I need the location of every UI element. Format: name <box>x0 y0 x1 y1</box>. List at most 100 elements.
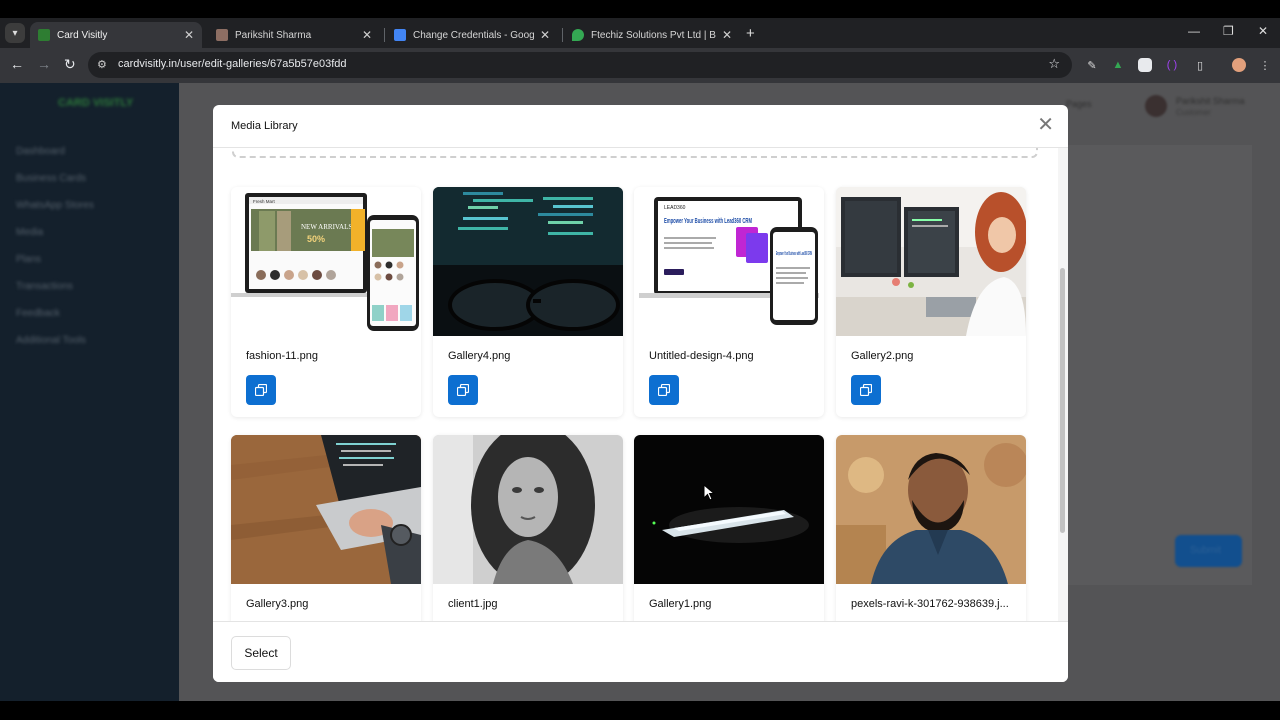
media-filename: pexels-ravi-k-301762-938639.j... <box>851 598 1009 610</box>
media-card[interactable]: LEAD360 Empower Your Business with Lead3… <box>634 187 824 417</box>
media-filename: Untitled-design-4.png <box>649 350 754 362</box>
media-card[interactable]: Gallery3.png <box>231 435 421 621</box>
copy-icon <box>255 384 267 396</box>
new-tab-plus-icon[interactable]: + <box>746 25 755 42</box>
avatar <box>1145 95 1167 117</box>
sidebar: CARD VISITLY Dashboard Business Cards Wh… <box>0 83 179 701</box>
address-bar[interactable]: ⚙ cardvisitly.in/user/edit-galleries/67a… <box>88 52 1072 78</box>
close-icon[interactable]: ✕ <box>1037 115 1054 135</box>
close-tab-icon[interactable]: ✕ <box>184 28 194 42</box>
tab-change-credentials[interactable]: Change Credentials - Google Do ✕ <box>386 22 558 48</box>
card-visitly-favicon-icon <box>38 29 50 41</box>
tab-separator <box>562 28 563 42</box>
bookmark-star-icon[interactable]: ☆ <box>1048 56 1060 72</box>
square-extension-icon[interactable] <box>1138 58 1152 72</box>
upload-dropzone[interactable] <box>232 148 1038 158</box>
browser-window: ▾ Card Visitly ✕ Parikshit Sharma ✕ Chan… <box>0 0 1280 720</box>
thumbnail-glasses-code[interactable] <box>433 187 623 336</box>
header-link: Pages <box>1066 99 1092 109</box>
reload-icon[interactable]: ↻ <box>64 56 76 73</box>
sidebar-item-business-cards: Business Cards <box>16 173 87 184</box>
media-card[interactable]: Gallery1.png <box>634 435 824 621</box>
sidebar-item-dashboard: Dashboard <box>16 146 65 157</box>
media-filename: Gallery2.png <box>851 350 914 362</box>
media-card[interactable]: pexels-ravi-k-301762-938639.j... <box>836 435 1026 621</box>
modal-footer: Select <box>213 621 1068 682</box>
lead-phone-headline-text: Empower Your Business with Lead360 CRM <box>776 251 812 257</box>
modal-title: Media Library <box>231 120 298 132</box>
tab-separator <box>384 28 385 42</box>
minimize-icon[interactable]: — <box>1188 24 1200 38</box>
sidebar-item-whatsapp-stores: WhatsApp Stores <box>16 200 94 211</box>
submit-label: Submit <box>1190 545 1222 556</box>
media-filename: fashion-11.png <box>246 350 318 362</box>
tab-strip: ▾ Card Visitly ✕ Parikshit Sharma ✕ Chan… <box>0 18 1280 48</box>
site-info-icon[interactable]: ⚙ <box>97 58 107 71</box>
user-name: Parikshit Sharma <box>1176 96 1245 106</box>
profile-favicon-icon <box>216 29 228 41</box>
thumbnail-dark-laptop[interactable] <box>634 435 824 584</box>
tab-title: Ftechiz Solutions Pvt Ltd | Best <box>591 29 716 41</box>
forward-icon[interactable]: → <box>37 56 51 72</box>
copy-url-button[interactable] <box>649 375 679 405</box>
lead-logo-text: LEAD360 <box>664 205 686 211</box>
fashion-sale-text: 50% <box>307 234 325 244</box>
extensions-puzzle-icon[interactable]: ▯ <box>1193 58 1207 72</box>
copy-url-button[interactable] <box>246 375 276 405</box>
copy-icon <box>457 384 469 396</box>
media-card[interactable]: Fresh Mart NEW ARRIVALS 50% fashion-11.p… <box>231 187 421 417</box>
close-tab-icon[interactable]: ✕ <box>540 28 550 42</box>
tab-ftechiz[interactable]: Ftechiz Solutions Pvt Ltd | Best ✕ <box>564 22 740 48</box>
close-tab-icon[interactable]: ✕ <box>722 28 732 42</box>
thumbnail-fashion-mockup[interactable]: Fresh Mart NEW ARRIVALS 50% <box>231 187 421 336</box>
user-role: Customer <box>1176 108 1211 117</box>
sidebar-item-media: Media <box>16 227 44 238</box>
maps-pin-favicon-icon <box>572 29 584 41</box>
modal-header: Media Library ✕ <box>213 105 1068 148</box>
media-filename: client1.jpg <box>448 598 498 610</box>
thumbnail-laptop-typing[interactable] <box>231 435 421 584</box>
mouse-cursor-icon <box>703 484 715 501</box>
sidebar-item-plans: Plans <box>16 254 42 265</box>
fashion-brand-text: Fresh Mart <box>253 199 276 204</box>
modal-body: Fresh Mart NEW ARRIVALS 50% fashion-11.p… <box>213 148 1068 621</box>
thumbnail-office-woman[interactable] <box>836 187 1026 336</box>
submit-button: Submit <box>1175 535 1242 567</box>
tab-title: Parikshit Sharma <box>235 29 312 41</box>
media-card[interactable]: Gallery4.png <box>433 187 623 417</box>
close-window-icon[interactable]: ✕ <box>1258 24 1268 38</box>
brackets-extension-icon[interactable]: ( ) <box>1165 58 1179 72</box>
green-extension-icon[interactable]: ▲ <box>1111 58 1125 72</box>
tab-search-icon[interactable]: ▾ <box>5 23 25 43</box>
media-card[interactable]: Gallery2.png <box>836 187 1026 417</box>
profile-avatar-icon[interactable] <box>1232 58 1246 72</box>
sidebar-item-feedback: Feedback <box>16 308 60 319</box>
restore-icon[interactable]: ❐ <box>1223 24 1234 38</box>
sidebar-item-additional-tools: Additional Tools <box>16 335 86 346</box>
form-card-backdrop <box>1067 145 1252 585</box>
lead-headline-text: Empower Your Business with Lead360 CRM <box>664 218 752 225</box>
copy-url-button[interactable] <box>448 375 478 405</box>
thumbnail-man-portrait[interactable] <box>836 435 1026 584</box>
copy-icon <box>860 384 872 396</box>
copy-url-button[interactable] <box>851 375 881 405</box>
back-icon[interactable]: ← <box>10 56 24 72</box>
bottom-bar <box>0 701 1280 720</box>
thumbnail-crm-mockup[interactable]: LEAD360 Empower Your Business with Lead3… <box>634 187 824 336</box>
thumbnail-portrait-woman[interactable] <box>433 435 623 584</box>
media-filename: Gallery1.png <box>649 598 712 610</box>
select-button[interactable]: Select <box>231 636 291 670</box>
close-tab-icon[interactable]: ✕ <box>362 28 372 42</box>
media-card[interactable]: client1.jpg <box>433 435 623 621</box>
menu-dots-icon[interactable]: ⋮ <box>1258 58 1272 72</box>
media-filename: Gallery3.png <box>246 598 309 610</box>
copy-icon <box>658 384 670 396</box>
pen-extension-icon[interactable]: ✎ <box>1085 58 1099 72</box>
media-library-modal: Media Library ✕ Fresh Mart NEW ARRIVALS … <box>213 105 1068 682</box>
tab-parikshit-sharma[interactable]: Parikshit Sharma ✕ <box>208 22 380 48</box>
url-text[interactable]: cardvisitly.in/user/edit-galleries/67a5b… <box>118 58 347 70</box>
scrollbar-thumb[interactable] <box>1060 268 1065 533</box>
sidebar-logo: CARD VISITLY <box>58 97 134 109</box>
tab-card-visitly[interactable]: Card Visitly ✕ <box>30 22 202 48</box>
google-docs-favicon-icon <box>394 29 406 41</box>
